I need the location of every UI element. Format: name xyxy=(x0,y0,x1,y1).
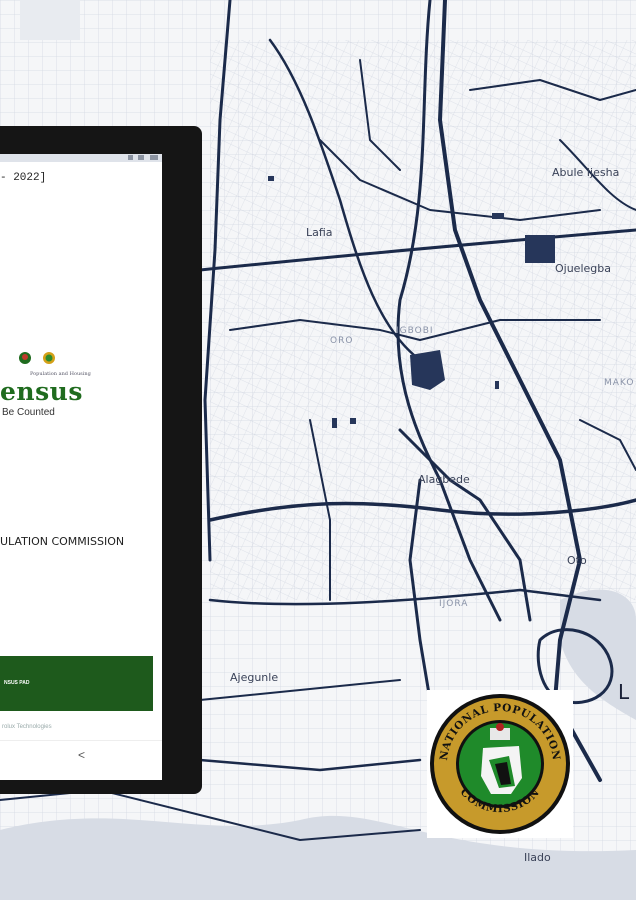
signal-icon xyxy=(128,155,133,160)
map-label-abule-ijesha: Abule Ijesha xyxy=(552,166,620,179)
tablet-frame: - 2022] Population and Housing ensus Be … xyxy=(0,126,202,794)
map-label-ojuelegba: Ojuelegba xyxy=(555,262,611,275)
map-label-ajegunle: Ajegunle xyxy=(230,671,279,684)
screen-header: - 2022] xyxy=(0,172,47,184)
navigation-bar: < xyxy=(0,740,162,780)
map-label-ijora: IJORA xyxy=(439,599,469,609)
back-icon[interactable]: < xyxy=(78,748,85,762)
map-label-oto: Oto xyxy=(567,554,587,567)
footer-credit: rolux Technologies xyxy=(2,724,52,730)
map-label-igbobi: IGBOBI xyxy=(396,326,434,336)
national-population-commission-logo: NATIONAL POPULATION COMMISSION xyxy=(430,694,570,834)
organization-name: ULATION COMMISSION xyxy=(0,535,125,548)
map-label-alagbede: Alagbede xyxy=(418,473,470,486)
open-census-pad-button[interactable]: NSUS PAD xyxy=(0,656,153,711)
census-logo-icons xyxy=(19,352,55,364)
census-title: ensus xyxy=(0,377,83,406)
map-label-edge: L xyxy=(618,680,630,704)
census-tagline: Be Counted xyxy=(2,407,55,418)
battery-icon xyxy=(150,155,158,160)
wifi-icon xyxy=(138,155,144,160)
map-label-oro: ORO xyxy=(330,336,354,346)
map-label-lafia: Lafia xyxy=(306,226,333,239)
tablet-screen: - 2022] Population and Housing ensus Be … xyxy=(0,154,162,780)
status-bar xyxy=(0,154,162,162)
open-census-pad-label: NSUS PAD xyxy=(4,680,30,686)
npc-logo-panel: NATIONAL POPULATION COMMISSION xyxy=(427,690,573,838)
map-label-mako: MAKO xyxy=(604,378,635,388)
map-label-ilado: Ilado xyxy=(524,851,551,864)
